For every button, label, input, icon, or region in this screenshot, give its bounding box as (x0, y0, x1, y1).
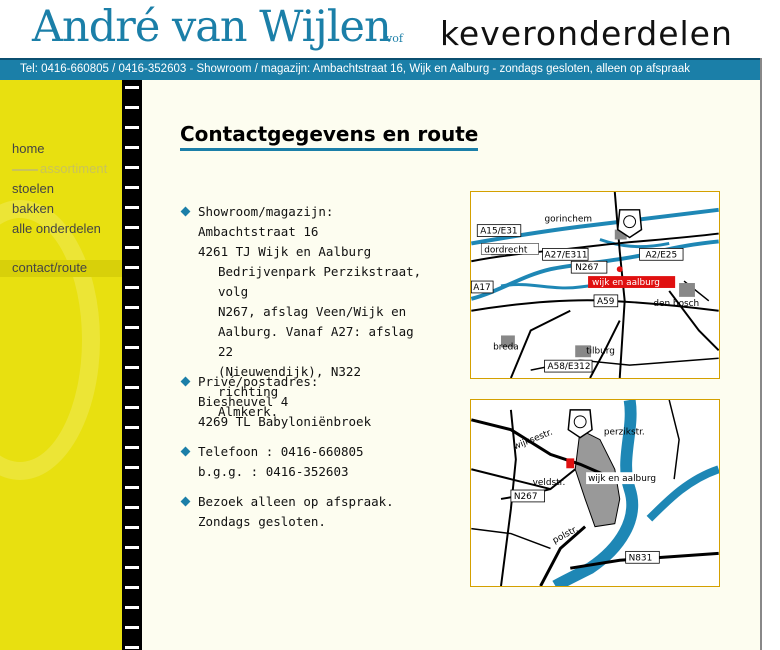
telefoon-line: Telefoon : 0416-660805 (198, 444, 364, 459)
local-map: perzikstr. wijksestr. veldstr. wijk en a… (470, 399, 720, 587)
film-hole (125, 206, 139, 209)
film-hole (125, 306, 139, 309)
directions-line: Bedrijvenpark Perzikstraat, volg (218, 264, 422, 299)
showroom-street: Ambachtstraat 16 (198, 224, 319, 239)
film-hole (125, 126, 139, 129)
bullet-icon (180, 496, 191, 507)
label-a17: A17 (473, 283, 490, 293)
label-dordrecht: dordrecht (484, 245, 528, 255)
label-veldstr: veldstr. (533, 478, 566, 488)
showroom-city: 4261 TJ Wijk en Aalburg (198, 244, 372, 259)
nav-home[interactable]: home (12, 141, 45, 156)
film-hole (125, 626, 139, 629)
film-hole (125, 346, 139, 349)
label-tilburg: tilburg (586, 346, 615, 356)
bezoek-line: Bezoek alleen op afspraak. (198, 494, 394, 509)
film-hole (125, 606, 139, 609)
label-n267-local: N267 (514, 492, 538, 502)
label-wijk-en-aalburg-local: wijk en aalburg (588, 474, 656, 484)
nav-alle-onderdelen[interactable]: alle onderdelen (12, 221, 101, 236)
brand-name[interactable]: André van Wijlen (32, 2, 392, 52)
main-content: Contactgegevens en route Showroom/magazi… (142, 80, 760, 650)
nav-assortiment[interactable]: assortiment (12, 161, 107, 176)
page-edge (760, 58, 780, 650)
directions-line: N267, afslag Veen/Wijk en (218, 304, 407, 319)
nav-assortiment-label: assortiment (40, 161, 108, 176)
nav-contact-route[interactable]: contact/route (0, 260, 122, 277)
label-a15: A15/E31 (480, 227, 517, 237)
label-perzikstr: perzikstr. (604, 428, 645, 438)
page-title: Contactgegevens en route (180, 122, 479, 151)
film-hole (125, 526, 139, 529)
film-hole (125, 86, 139, 89)
prive-street: Biesheuvel 4 (198, 394, 289, 409)
dash-icon (12, 168, 38, 171)
film-hole (125, 326, 139, 329)
bullet-icon (180, 446, 191, 457)
bezoek-block: Bezoek alleen op afspraak. Zondags geslo… (180, 492, 422, 532)
label-a58: A58/E312 (548, 362, 591, 372)
sidebar-watermark (0, 200, 100, 480)
label-n267: N267 (575, 263, 599, 273)
film-hole (125, 146, 139, 149)
telefoon-alt-line: b.g.g. : 0416-352603 (198, 464, 349, 479)
brand-suffix: vof (386, 32, 403, 45)
label-wijk-en-aalburg: wijk en aalburg (592, 278, 660, 288)
region-map-svg: A15/E31 gorinchem dordrecht A27/E311 A2/… (471, 192, 719, 378)
bullet-icon (180, 376, 191, 387)
bullet-icon (180, 206, 191, 217)
label-wijksestr: wijksestr. (512, 428, 554, 453)
showroom-label: Showroom/magazijn: (198, 204, 334, 219)
prive-label: Privé/postadres: (198, 374, 319, 389)
film-hole (125, 266, 139, 269)
film-hole (125, 566, 139, 569)
gesloten-line: Zondags gesloten. (198, 514, 326, 529)
label-n831: N831 (629, 553, 653, 563)
film-hole (125, 166, 139, 169)
film-hole (125, 406, 139, 409)
region-map: A15/E31 gorinchem dordrecht A27/E311 A2/… (470, 191, 720, 379)
film-hole (125, 446, 139, 449)
prive-block: Privé/postadres: Biesheuvel 4 4269 TL Ba… (180, 372, 422, 432)
telefoon-block: Telefoon : 0416-660805 b.g.g. : 0416-352… (180, 442, 422, 482)
brand-tagline: keveronderdelen (440, 14, 733, 53)
label-breda: breda (493, 342, 519, 352)
film-hole (125, 586, 139, 589)
prive-city: 4269 TL Babyloniënbroek (198, 414, 372, 429)
label-gorinchem: gorinchem (545, 215, 593, 225)
film-hole (125, 186, 139, 189)
label-a27: A27/E311 (545, 250, 588, 260)
film-hole (125, 546, 139, 549)
label-den-bosch: den bosch (653, 299, 699, 309)
nav-bakken[interactable]: bakken (12, 201, 54, 216)
film-hole (125, 386, 139, 389)
film-hole (125, 646, 139, 649)
header: André van Wijlen vof keveronderdelen (0, 0, 780, 58)
film-hole (125, 106, 139, 109)
film-hole (125, 286, 139, 289)
film-hole (125, 466, 139, 469)
local-map-svg: perzikstr. wijksestr. veldstr. wijk en a… (471, 400, 719, 586)
info-bar: Tel: 0416-660805 / 0416-352603 - Showroo… (0, 58, 760, 80)
film-hole (125, 226, 139, 229)
label-a59: A59 (597, 297, 615, 307)
film-strip-decoration (122, 80, 142, 650)
sidebar: home assortiment stoelen bakken alle ond… (0, 80, 122, 650)
film-hole (125, 506, 139, 509)
film-hole (125, 246, 139, 249)
film-hole (125, 366, 139, 369)
film-hole (125, 486, 139, 489)
film-hole (125, 426, 139, 429)
label-a2: A2/E25 (645, 250, 677, 260)
nav-stoelen[interactable]: stoelen (12, 181, 54, 196)
directions-line: Aalburg. Vanaf A27: afslag 22 (218, 324, 414, 359)
